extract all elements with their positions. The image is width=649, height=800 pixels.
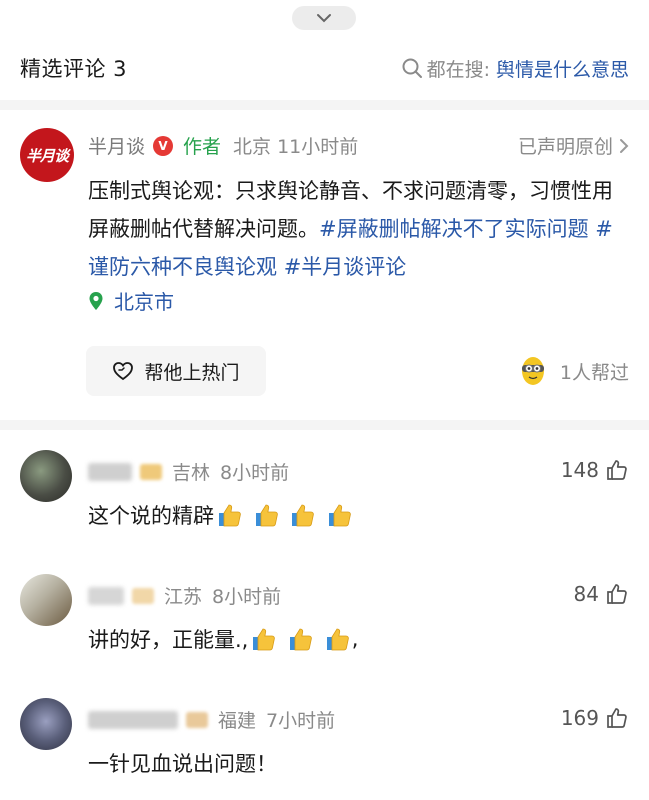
original-declaration[interactable]: 已声明原创: [518, 132, 629, 159]
commenter-badge: [140, 463, 162, 480]
author-post: 半月谈 半月谈 V 作者 北京 11小时前 已声明原创 压制式舆论观：只求舆论静…: [0, 114, 649, 414]
comment-item: 福建 7小时前 169 一针见血说出问题！: [0, 698, 649, 800]
commenter-name[interactable]: [88, 462, 132, 481]
like-count: 169: [560, 706, 599, 730]
header-title: 精选评论 3: [20, 57, 128, 81]
like-button[interactable]: 84: [574, 582, 629, 606]
like-count: 84: [573, 582, 599, 606]
collapse-handle[interactable]: [292, 6, 356, 30]
post-meta: 半月谈 V 作者 北京 11小时前: [88, 132, 358, 159]
thumbs-up-emoji: [326, 628, 349, 651]
commenter-name[interactable]: [88, 710, 178, 729]
like-count: 148: [560, 458, 599, 482]
comment-province: 福建: [218, 710, 257, 732]
comment-time: 8小时前: [212, 586, 282, 608]
comment-province: 吉林: [172, 462, 211, 484]
thumbs-up-emoji: [290, 628, 312, 651]
section-divider: [0, 100, 649, 110]
comment-meta: 吉林 8小时前: [88, 458, 289, 485]
chevron-down-icon: [317, 14, 331, 23]
thumbs-up-emoji: [248, 625, 351, 653]
avatar[interactable]: [20, 698, 72, 750]
thumbs-up-emoji: [253, 628, 276, 651]
comment-item: 江苏 8小时前 84 讲的好，正能量., ,: [0, 574, 649, 694]
comment-meta: 江苏 8小时前: [88, 582, 281, 609]
comment-tail: ,: [351, 627, 359, 651]
comment-item: 吉林 8小时前 148 这个说的精辟: [0, 450, 649, 570]
comment-text: 一针见血说出问题！: [88, 748, 277, 778]
comment-meta: 福建 7小时前: [88, 706, 335, 733]
comment-body: 讲的好，正能量.,: [88, 628, 249, 652]
commenter-name[interactable]: [88, 586, 124, 605]
boost-hot-button[interactable]: 帮他上热门: [86, 346, 266, 396]
comment-time: 8小时前: [220, 462, 290, 484]
avatar[interactable]: [20, 450, 72, 502]
helped-label: 1人帮过: [559, 361, 629, 384]
thumbs-up-icon: [607, 708, 627, 728]
thumbs-up-emoji: [292, 504, 315, 527]
comment-text: 这个说的精辟: [88, 500, 354, 530]
like-button[interactable]: 169: [561, 706, 629, 730]
comments-header: 精选评论 3 都在搜: 舆情是什么意思: [0, 44, 649, 92]
thumbs-up-emoji: [329, 504, 351, 527]
avatar-logo-text: 半月谈: [25, 146, 69, 165]
post-body: 压制式舆论观：只求舆论静音、不求问题清零，习惯性用屏蔽删帖代替解决问题。#屏蔽删…: [88, 172, 623, 286]
heart-hand-icon: [113, 362, 134, 381]
search-prefix: 都在搜:: [426, 58, 490, 81]
comment-text: 讲的好，正能量., ,: [88, 624, 358, 654]
original-label: 已声明原创: [517, 136, 613, 158]
search-suggestion[interactable]: 都在搜: 舆情是什么意思: [401, 55, 629, 82]
author-tag: 作者: [183, 136, 222, 158]
thumbs-up-icon: [607, 584, 627, 604]
location-pin-icon: [89, 291, 103, 310]
post-location[interactable]: 北京市: [88, 286, 174, 315]
hashtag-link[interactable]: #屏蔽删帖解决不了实际问题: [319, 217, 589, 241]
avatar[interactable]: [20, 574, 72, 626]
thumbs-up-emoji: [214, 501, 354, 529]
comment-province: 江苏: [164, 586, 203, 608]
thumbs-up-emoji: [219, 504, 241, 527]
thumbs-up-icon: [607, 460, 627, 480]
hashtag-link[interactable]: #半月谈评论: [284, 255, 407, 279]
comment-body: 这个说的精辟: [88, 504, 214, 528]
author-avatar[interactable]: 半月谈: [20, 128, 74, 182]
section-divider: [0, 420, 649, 430]
commenter-badge: [186, 711, 208, 728]
comment-body: 一针见血说出问题！: [88, 752, 277, 776]
thumbs-up-emoji: [255, 504, 278, 527]
commenter-badge: [132, 587, 154, 604]
search-icon: [402, 58, 422, 78]
like-button[interactable]: 148: [561, 458, 629, 482]
location-name: 北京市: [114, 290, 174, 314]
boost-hot-label: 帮他上热门: [144, 361, 240, 384]
comment-time: 7小时前: [266, 710, 336, 732]
search-query-link[interactable]: 舆情是什么意思: [496, 55, 629, 82]
helped-count: 1人帮过: [518, 354, 629, 388]
post-location-time: 北京 11小时前: [233, 136, 359, 158]
mascot-icon: [521, 357, 544, 385]
verified-icon: V: [153, 135, 174, 156]
chevron-right-icon: [620, 138, 629, 153]
author-name[interactable]: 半月谈: [88, 132, 145, 159]
